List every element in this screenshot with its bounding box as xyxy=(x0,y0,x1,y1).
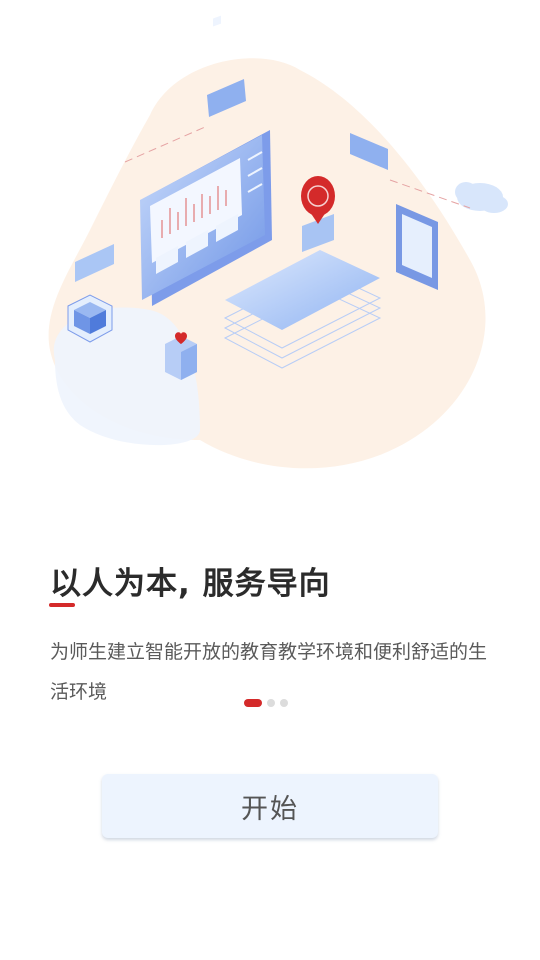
page-indicator xyxy=(244,699,288,707)
title-underline xyxy=(49,603,75,607)
hero-illustration xyxy=(0,0,540,500)
start-button[interactable]: 开始 xyxy=(102,774,438,838)
cloud-icon xyxy=(455,182,508,213)
campus-tech-illustration xyxy=(48,15,508,469)
page-indicator-dot-2[interactable] xyxy=(267,699,275,707)
page-indicator-dot-3[interactable] xyxy=(280,699,288,707)
page-indicator-dot-1[interactable] xyxy=(244,699,262,707)
page-title: 以人为本, 服务导向 xyxy=(50,566,331,602)
